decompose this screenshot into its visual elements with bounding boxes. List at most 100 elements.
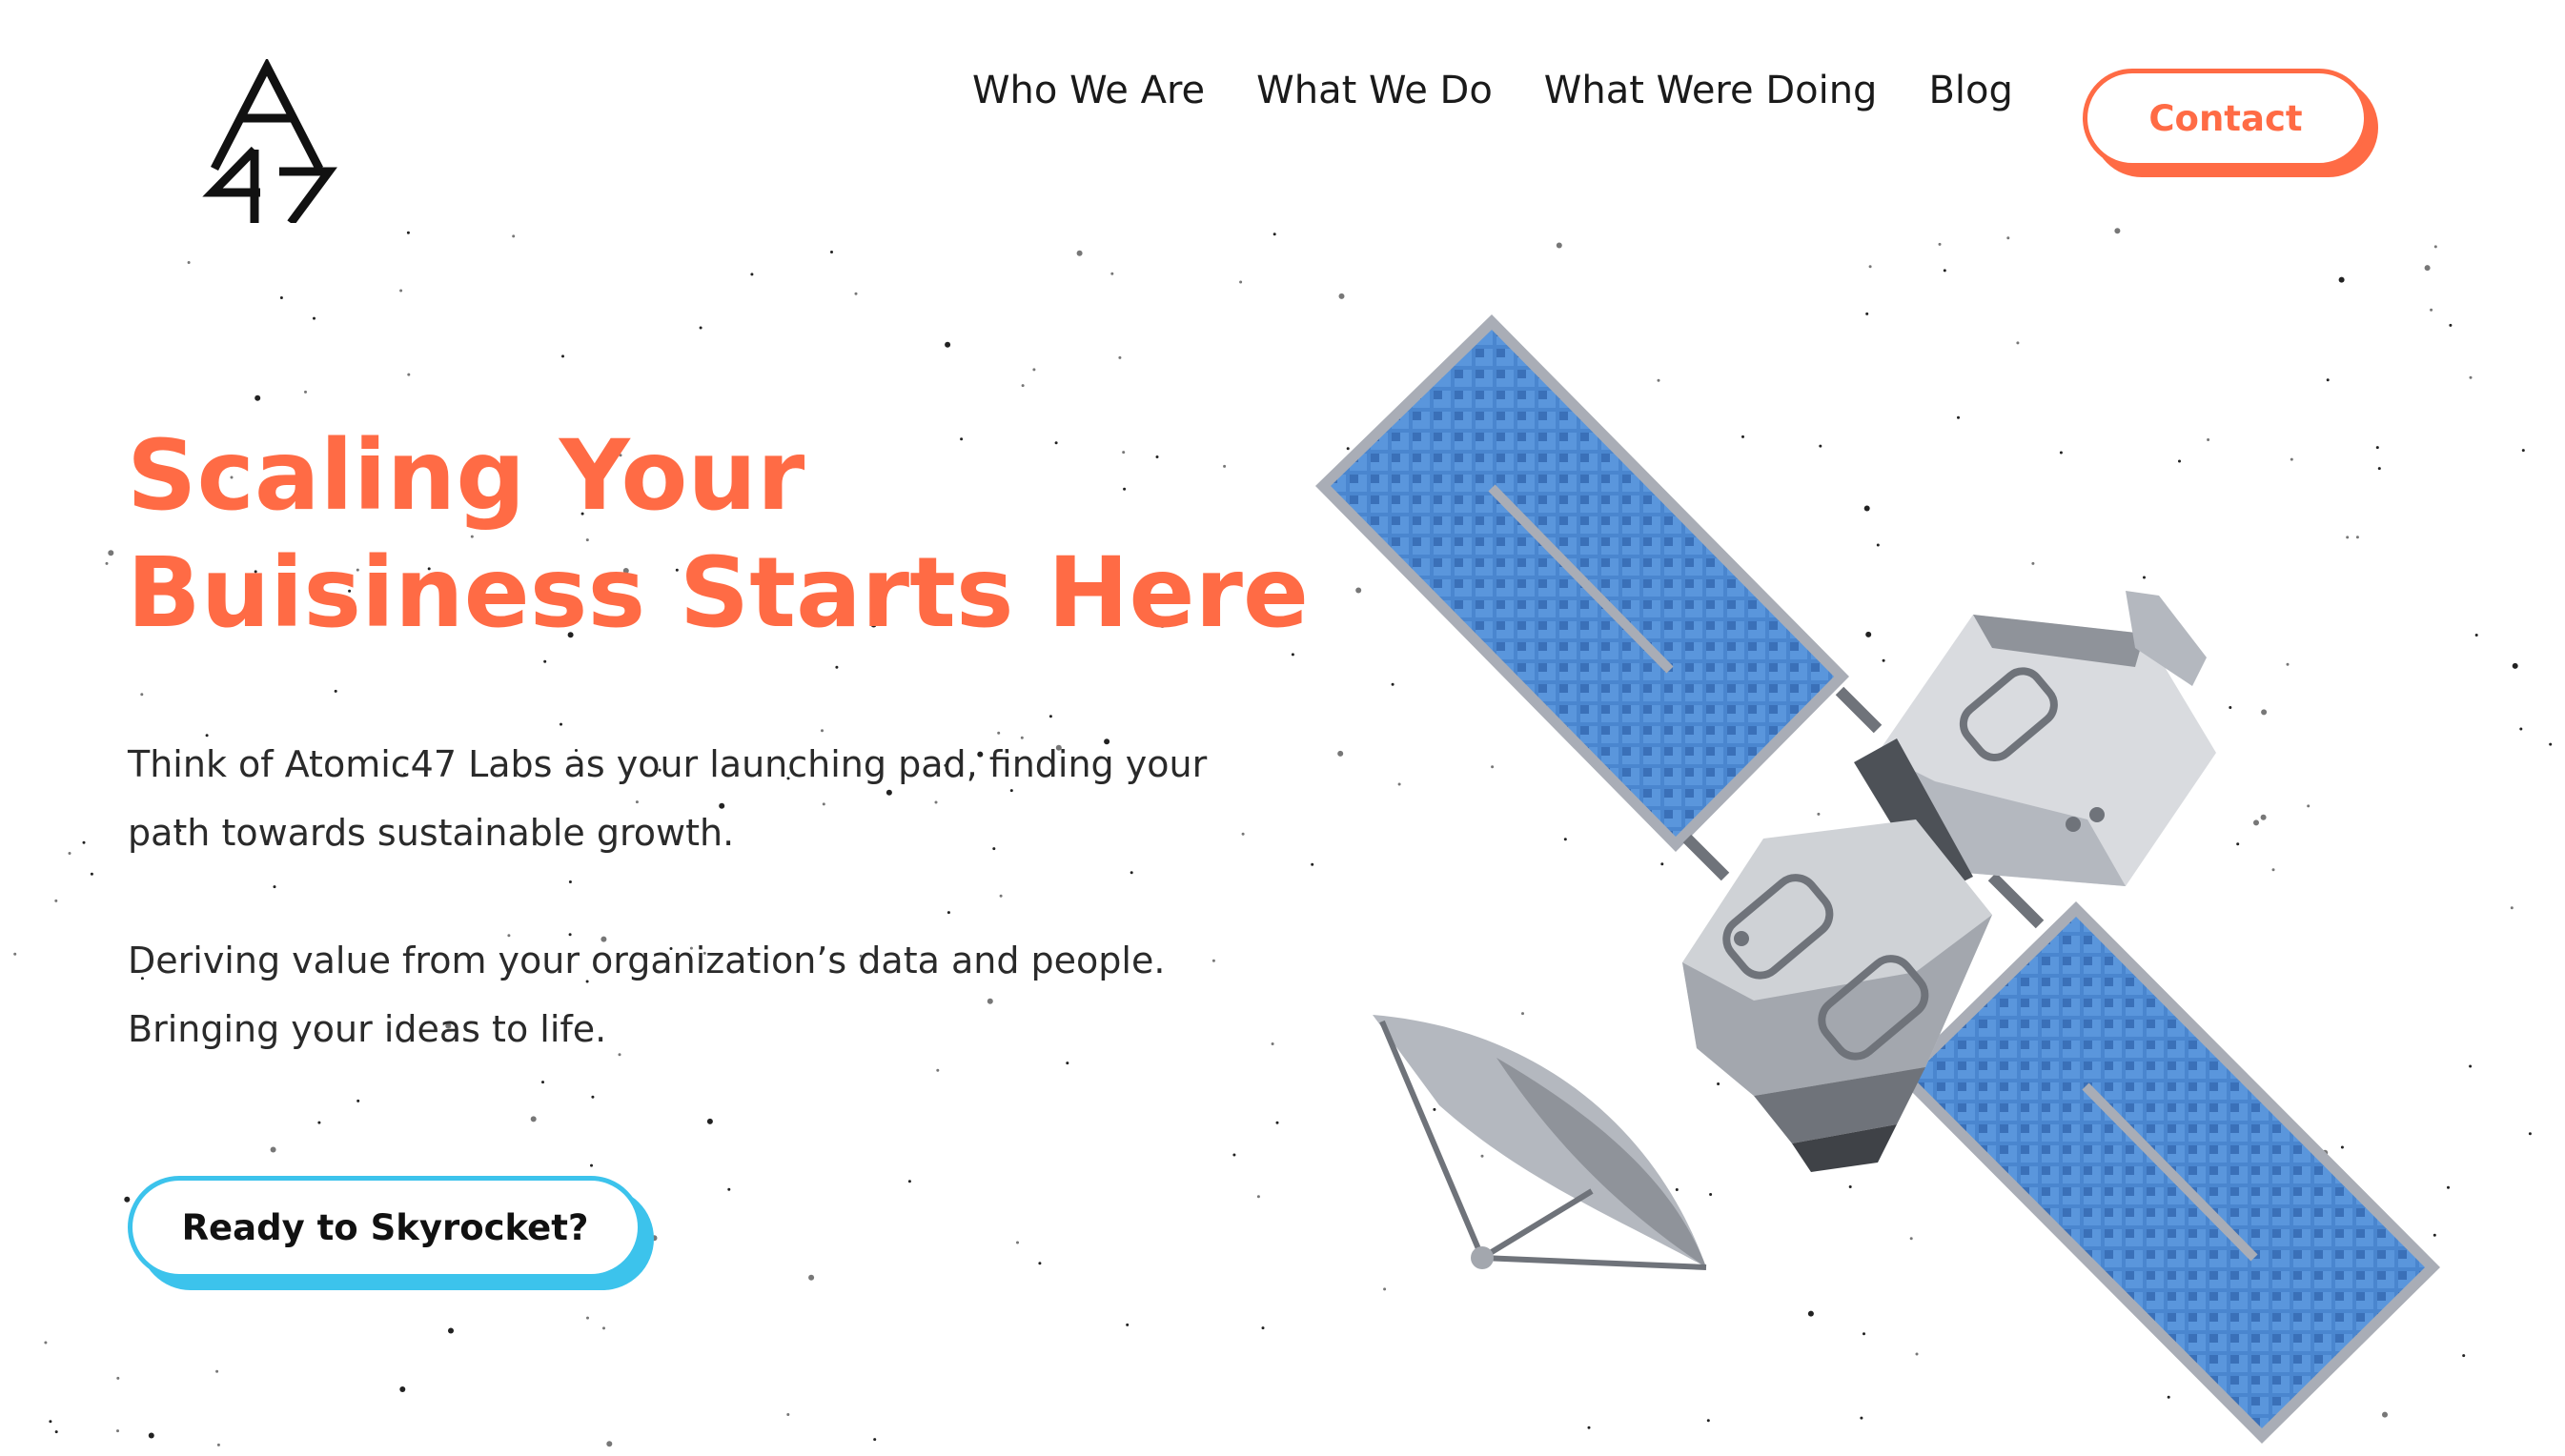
star-dot: [1261, 1326, 1265, 1330]
star-dot: [90, 872, 93, 876]
star-dot: [116, 1376, 120, 1380]
star-dot: [317, 1121, 321, 1124]
star-dot: [786, 1413, 790, 1416]
star-dot: [44, 1341, 48, 1345]
nav-blog[interactable]: Blog: [1928, 69, 2012, 112]
star-dot: [399, 289, 403, 293]
star-dot: [558, 1285, 561, 1288]
hero-title-line2: Buisiness Starts Here: [127, 536, 1310, 650]
contact-button[interactable]: Contact: [2083, 69, 2369, 168]
star-dot: [2528, 1132, 2532, 1136]
star-dot: [936, 1068, 940, 1072]
star-dot: [907, 1180, 911, 1183]
star-dot: [541, 1081, 544, 1084]
ready-to-skyrocket-button[interactable]: Ready to Skyrocket?: [128, 1176, 642, 1279]
star-dot: [13, 952, 17, 956]
star-dot: [270, 1146, 276, 1153]
star-dot: [2549, 742, 2553, 746]
star-dot: [116, 1429, 119, 1433]
hero-title: Scaling Your Buisiness Starts Here: [127, 417, 1309, 652]
star-dot: [54, 899, 58, 902]
star-dot: [399, 1386, 406, 1392]
star-dot: [82, 840, 86, 844]
star-dot: [313, 316, 316, 320]
star-dot: [1868, 265, 1872, 269]
star-dot: [1943, 269, 1946, 273]
star-dot: [1118, 355, 1122, 359]
star-dot: [706, 1118, 713, 1124]
star-dot: [273, 885, 276, 889]
hero-paragraph2-line2: Bringing your ideas to life.: [128, 1008, 607, 1050]
star-dot: [356, 1099, 360, 1102]
star-dot: [1938, 242, 1942, 246]
star-dot: [947, 911, 950, 915]
star-dot: [830, 251, 833, 253]
hero-paragraph-launchpad: Think of Atomic47 Labs as your launching…: [128, 730, 1300, 867]
nav-what-were-doing[interactable]: What Were Doing: [1544, 69, 1878, 112]
nav-who-we-are[interactable]: Who We Are: [972, 69, 1205, 112]
star-dot: [1016, 1241, 1019, 1244]
star-dot: [945, 341, 951, 348]
star-dot: [808, 1274, 815, 1281]
hero-paragraph1-line2: path towards sustainable growth.: [128, 812, 735, 854]
star-dot: [1032, 368, 1036, 372]
star-dot: [1275, 1121, 1279, 1124]
star-dot: [304, 390, 307, 394]
star-dot: [334, 689, 337, 693]
star-dot: [2424, 265, 2431, 272]
solar-panel-lower: [1897, 901, 2440, 1444]
star-dot: [215, 1369, 219, 1373]
star-dot: [2521, 449, 2525, 453]
star-dot: [699, 326, 702, 330]
star-dot: [105, 561, 109, 565]
contact-wrap: Contact: [2083, 69, 2369, 168]
star-dot: [727, 1187, 731, 1191]
star-dot: [568, 880, 572, 883]
star-dot: [68, 852, 71, 855]
star-dot: [1272, 233, 1276, 236]
star-dot: [279, 296, 283, 299]
hero-paragraph-value: Deriving value from your organization’s …: [128, 926, 1300, 1063]
star-dot: [1556, 242, 1562, 249]
star-dot: [586, 1316, 589, 1320]
star-dot: [1130, 871, 1133, 875]
star-dot: [2338, 276, 2345, 283]
solar-panel-upper: [1315, 314, 1849, 852]
star-dot: [530, 1116, 537, 1122]
hero-paragraph2-line1: Deriving value from your organization’s …: [128, 940, 1166, 981]
star-dot: [999, 894, 1003, 898]
star-dot: [1126, 1323, 1130, 1326]
dish-antenna: [1373, 1015, 1707, 1270]
main-nav: Who We Are What We Do What Were Doing Bl…: [972, 69, 2065, 112]
star-dot: [2512, 662, 2518, 669]
star-dot: [108, 550, 114, 556]
star-dot: [254, 394, 261, 401]
star-dot: [148, 1432, 154, 1439]
star-dot: [2510, 906, 2514, 910]
star-dot: [2114, 228, 2121, 234]
star-dot: [1256, 1195, 1260, 1199]
star-dot: [1239, 280, 1243, 284]
star-dot: [606, 1441, 613, 1447]
atomic47-logo[interactable]: [195, 59, 338, 223]
star-dot: [560, 722, 562, 726]
star-dot: [835, 665, 839, 669]
star-dot: [1048, 715, 1052, 718]
star-dot: [2474, 634, 2478, 637]
star-dot: [2006, 236, 2010, 240]
star-dot: [187, 261, 191, 264]
star-dot: [591, 1095, 595, 1099]
nav-what-we-do[interactable]: What We Do: [1256, 69, 1493, 112]
star-dot: [49, 1420, 52, 1424]
star-dot: [1076, 250, 1083, 256]
star-dot: [512, 234, 516, 238]
star-dot: [1038, 1262, 1042, 1265]
satellite-illustration: [1315, 314, 2440, 1444]
star-dot: [602, 1326, 605, 1330]
cta-wrap: Ready to Skyrocket?: [128, 1176, 642, 1279]
star-dot: [2519, 727, 2523, 731]
star-dot: [448, 1327, 454, 1334]
star-dot: [2433, 245, 2437, 249]
star-dot: [2469, 1064, 2473, 1068]
star-dot: [873, 1438, 877, 1442]
